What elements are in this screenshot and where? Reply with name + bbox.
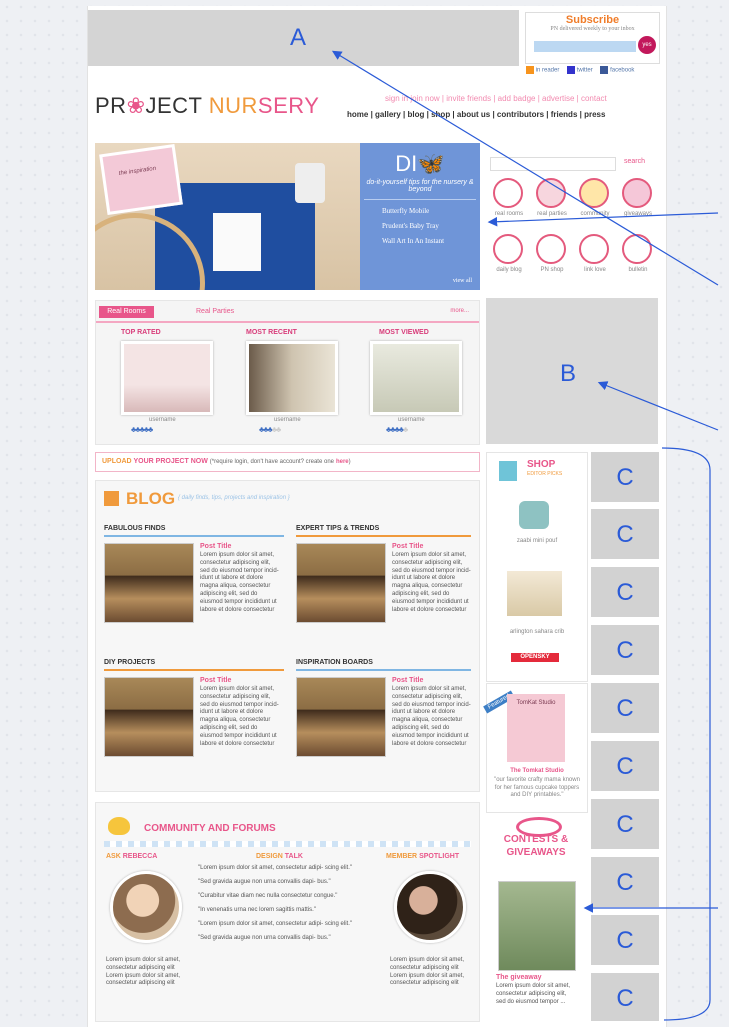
arrow-to-a bbox=[331, 50, 719, 286]
callout-arrows bbox=[331, 50, 719, 1021]
arrow-to-b bbox=[597, 381, 719, 431]
arrow-to-diy bbox=[487, 212, 719, 227]
c-bracket bbox=[661, 447, 711, 1021]
